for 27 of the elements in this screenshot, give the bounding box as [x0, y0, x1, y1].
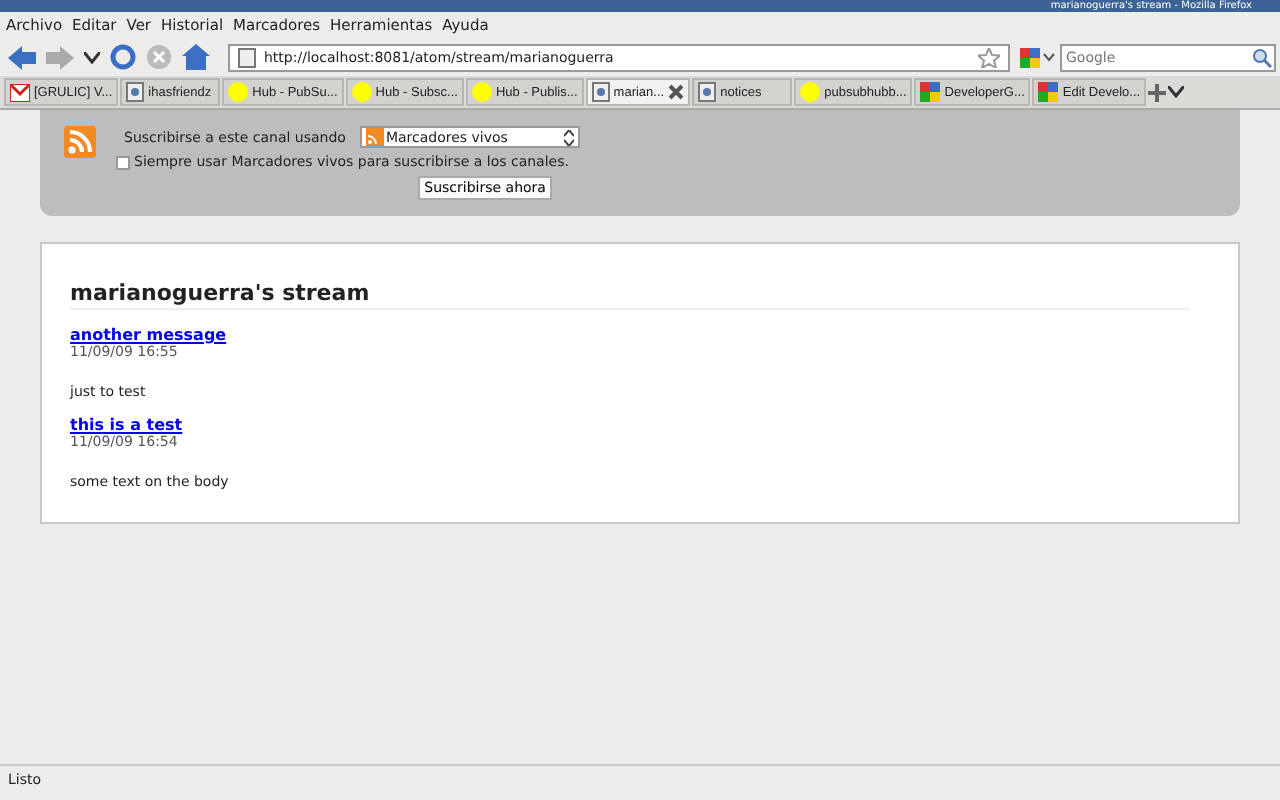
search-icon[interactable] — [1252, 47, 1272, 67]
mail-icon — [10, 83, 30, 101]
caret-icon[interactable] — [84, 51, 100, 63]
back-icon[interactable] — [8, 45, 36, 69]
feed-icon — [365, 128, 384, 146]
entry-link[interactable]: this is a test — [70, 416, 183, 434]
page-icon — [126, 82, 145, 102]
plus-icon[interactable] — [1148, 83, 1167, 101]
checkbox[interactable] — [116, 155, 130, 169]
page-icon — [591, 82, 610, 102]
dot-icon — [351, 82, 372, 102]
page-icon — [698, 82, 717, 102]
google-icon — [920, 82, 941, 102]
dot-icon — [800, 82, 821, 102]
dot-icon — [471, 82, 492, 102]
close-icon[interactable] — [668, 84, 685, 100]
google-icon — [1038, 82, 1059, 102]
page-icon — [238, 47, 256, 67]
star-icon[interactable] — [978, 47, 1000, 67]
stream-title: marianoguerra's stream — [70, 280, 1190, 310]
feed-icon — [64, 126, 96, 158]
home-icon[interactable] — [182, 44, 210, 70]
updown-icon — [563, 129, 574, 145]
caret-icon[interactable] — [1168, 86, 1185, 98]
dot-icon — [228, 82, 249, 102]
entry-link[interactable]: another message — [70, 326, 227, 344]
google-icon[interactable] — [1020, 47, 1056, 67]
